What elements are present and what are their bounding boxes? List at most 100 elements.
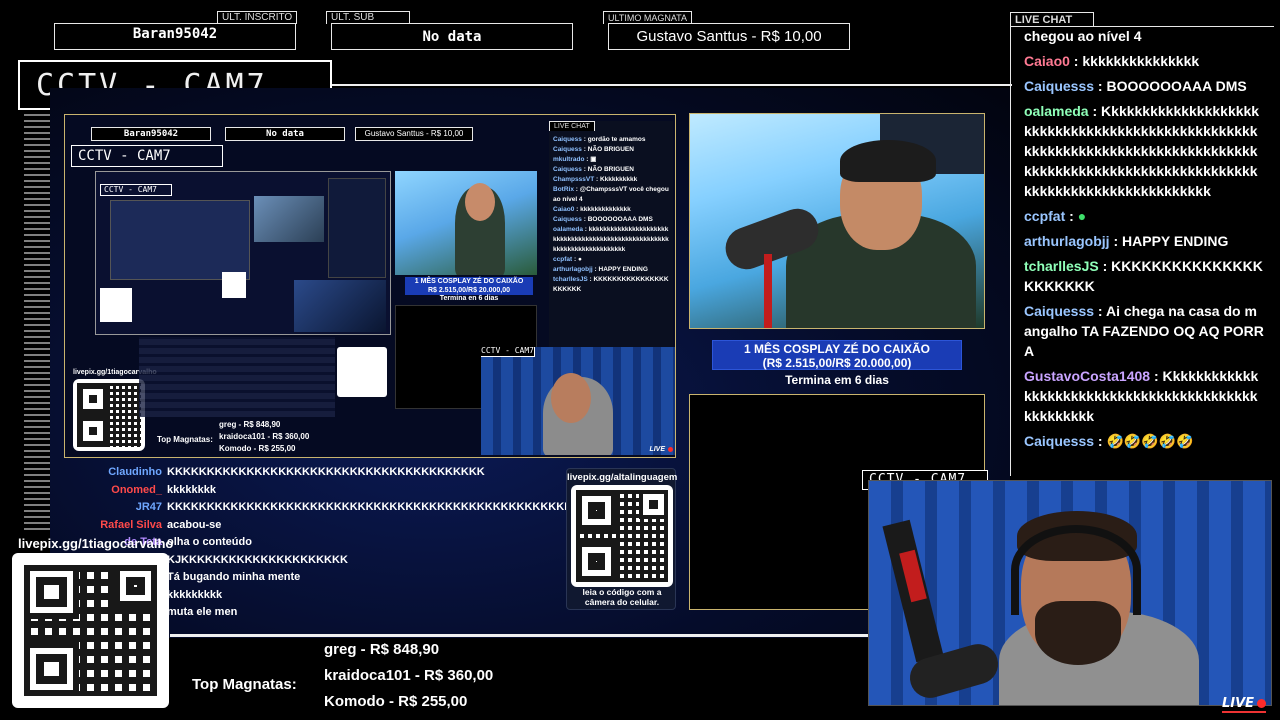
nested-chat-text: kkkkkkkkkkkkkk bbox=[580, 206, 631, 213]
nested-chat-user[interactable]: Caiquess bbox=[553, 166, 582, 173]
nested-chat-user[interactable]: Caiquess bbox=[553, 216, 582, 223]
youtube-chat-line: Rafael Silva acabou-se bbox=[80, 517, 550, 535]
qr-main-code[interactable] bbox=[12, 553, 169, 708]
chat-username[interactable]: oalameda bbox=[1024, 103, 1089, 119]
nested-chat-line: Caiquess : NÃO BRIGUEN bbox=[553, 145, 671, 155]
mic-stand bbox=[764, 254, 772, 328]
chat-username[interactable]: GustavoCosta1408 bbox=[1024, 368, 1150, 384]
nested-chat-lines: Caiquess : gordão te amamos Caiquess : NÃ… bbox=[553, 135, 671, 295]
nested-qr-small[interactable] bbox=[337, 347, 387, 397]
chat-message: oalameda : Kkkkkkkkkkkkkkkkkkkkkkkkkkkkk… bbox=[1024, 101, 1264, 201]
nested-chat-user[interactable]: ChampsssVT bbox=[553, 176, 594, 183]
chat-username[interactable]: tcharllesJS bbox=[1024, 258, 1099, 274]
nested-qr-code[interactable] bbox=[73, 379, 145, 451]
goal-bar: 1 MÊS COSPLAY ZÉ DO CAIXÃO (R$ 2.515,00/… bbox=[712, 340, 962, 370]
nested-chat-user[interactable]: BotRix bbox=[553, 186, 574, 193]
nested-chat-user[interactable]: ccpfat bbox=[553, 256, 572, 263]
chat-username[interactable]: Caiquesss bbox=[1024, 78, 1094, 94]
nested-chat-user[interactable]: oalameda bbox=[553, 226, 583, 233]
youtube-chat-text: kkkkkkkk bbox=[167, 483, 216, 496]
nested-qr-pattern bbox=[77, 383, 141, 447]
qr-center-code[interactable] bbox=[571, 485, 673, 587]
webcam-main bbox=[689, 113, 985, 329]
bottom-divider bbox=[170, 634, 870, 637]
nested-chat-text: BOOOOOOAAA DMS bbox=[587, 216, 653, 223]
chat-text: BOOOOOOAAA DMS bbox=[1106, 78, 1247, 94]
nested-chat-user[interactable]: mkultrado bbox=[553, 156, 584, 163]
youtube-chat-text: Tá bugando minha mente bbox=[167, 571, 301, 583]
nested-chat-tab: LIVE CHAT bbox=[549, 121, 595, 131]
youtube-chat-user[interactable]: Claudinho bbox=[80, 464, 162, 482]
nested-magnatas-label: Top Magnatas: bbox=[157, 435, 213, 444]
nested-deep-screen: CCTV - CAM7 bbox=[95, 171, 391, 335]
nested-magnata-entry: kraidoca101 - R$ 360,00 bbox=[219, 432, 310, 441]
webcam-person-hair bbox=[840, 140, 936, 182]
chat-message: Caiquesss : 🤣🤣🤣🤣🤣 bbox=[1024, 431, 1264, 451]
chat-separator: : bbox=[1098, 258, 1112, 274]
chat-separator: : bbox=[1109, 233, 1123, 249]
chat-separator: : bbox=[1094, 303, 1106, 319]
chat-username[interactable]: Caiquesss bbox=[1024, 433, 1094, 449]
nested-cam-label: CCTV - CAM7 bbox=[481, 347, 535, 357]
live-chat-tab: LIVE CHAT bbox=[1010, 12, 1094, 27]
nested-chat-line: Caiquess : BOOOOOOAAA DMS bbox=[553, 215, 671, 225]
chat-username[interactable]: Caiquesss bbox=[1024, 303, 1094, 319]
nested-chat-text: NÃO BRIGUEN bbox=[587, 166, 634, 173]
nested-chat-user[interactable]: Caiquess bbox=[553, 136, 582, 143]
horizontal-divider bbox=[332, 84, 1012, 86]
nested-chat-line: Caiao0 : kkkkkkkkkkkkkk bbox=[553, 205, 671, 215]
qr-center-panel: livepix.gg/altalinguagem leia o código c… bbox=[566, 468, 678, 610]
nested-goal-ends: Termina en 6 dias bbox=[439, 295, 499, 302]
goal-ends: Termina em 6 dias bbox=[785, 373, 889, 387]
qr-center-pattern bbox=[576, 490, 668, 582]
ultimo-magnata-value: Gustavo Santtus - R$ 10,00 bbox=[608, 23, 850, 50]
qr-center-url: livepix.gg/altalinguagem bbox=[567, 472, 678, 483]
nested-chat-user[interactable]: Caiquess bbox=[553, 146, 582, 153]
nested-chat-text: ▣ bbox=[590, 156, 597, 163]
nested-webcam-secondary: CCTV - CAM7 LIVE bbox=[481, 347, 675, 455]
youtube-chat-line: JR47 KKKKKKKKKKKKKKKKKKKKKKKKKKKKKKKKKKKK… bbox=[80, 499, 588, 517]
nested-chat-line: mkultrado : ▣ bbox=[553, 155, 671, 165]
qr-main-url: livepix.gg/1tiagocarvalho bbox=[18, 536, 174, 551]
youtube-chat-user[interactable]: Rafael Silva bbox=[80, 517, 162, 535]
chat-message: arthurlagobjj : HAPPY ENDING bbox=[1024, 231, 1264, 251]
nested-chat-text: gordão te amamos bbox=[587, 136, 646, 143]
nested-screen: Baran95042 No data Gustavo Santtus - R$ … bbox=[64, 114, 676, 458]
youtube-chat-user[interactable]: Onomed_ bbox=[80, 482, 162, 500]
nested-deep-qr2 bbox=[222, 272, 246, 298]
live-chat-messages: chegou ao nível 4 Caiao0 : kkkkkkkkkkkkkk… bbox=[1024, 26, 1264, 456]
nested-webcam-main bbox=[395, 171, 537, 275]
chat-message: Caiquesss : BOOOOOOAAA DMS bbox=[1024, 76, 1264, 96]
chat-separator: : bbox=[1150, 368, 1163, 384]
chat-text: HAPPY ENDING bbox=[1122, 233, 1229, 249]
youtube-chat-user[interactable]: JR47 bbox=[80, 499, 162, 517]
goal-amount: (R$ 2.515,00/R$ 20.000,00) bbox=[762, 356, 912, 370]
youtube-chat-text: KJKKKKKKKKKKKKKKKKKKKKK bbox=[167, 553, 348, 566]
nested-magnata: Gustavo Santtus - R$ 10,00 bbox=[355, 127, 473, 141]
chat-username[interactable]: arthurlagobjj bbox=[1024, 233, 1110, 249]
glitch-strip-left bbox=[24, 110, 50, 530]
headphones-icon bbox=[1011, 525, 1141, 615]
chat-message: chegou ao nível 4 bbox=[1024, 26, 1264, 46]
nested-deep-qr bbox=[100, 288, 132, 322]
nested-chat-line: Caiquess : NÃO BRIGUEN bbox=[553, 165, 671, 175]
nested-chat-line: oalameda : kkkkkkkkkkkkkkkkkkkkkkkkkkkkk… bbox=[553, 225, 671, 255]
nested-chat-line: tcharllesJS : KKKKKKKKKKKKKKKKKKKKKK bbox=[553, 275, 671, 295]
nested-chat-user[interactable]: Caiao0 bbox=[553, 206, 574, 213]
nested-deep-chat bbox=[328, 178, 386, 278]
chat-username[interactable]: ccpfat bbox=[1024, 208, 1065, 224]
nested-chat-user[interactable]: tcharllesJS bbox=[553, 276, 588, 283]
nested-chat-text: ● bbox=[577, 256, 582, 263]
nested-chat-line: arthurlagobjj : HAPPY ENDING bbox=[553, 265, 671, 275]
live-dot bbox=[1257, 699, 1267, 708]
nested-chat-line: ccpfat : ● bbox=[553, 255, 671, 265]
youtube-chat-text: KKKKKKKKKKKKKKKKKKKKKKKKKKKKKKKKKKKKKKKK… bbox=[167, 501, 589, 513]
ult-inscrito-value: Baran95042 bbox=[54, 23, 296, 50]
qr-main-corner bbox=[114, 565, 157, 607]
chat-username[interactable]: Caiao0 bbox=[1024, 53, 1070, 69]
nested-goal-title: 1 MÊS COSPLAY ZÉ DO CAIXÃO bbox=[414, 278, 524, 285]
nested-chat-line: Caiquess : gordão te amamos bbox=[553, 135, 671, 145]
nested-deep-content bbox=[110, 200, 250, 280]
nested-chat-user[interactable]: arthurlagobjj bbox=[553, 266, 593, 273]
chat-text: ● bbox=[1077, 208, 1087, 224]
